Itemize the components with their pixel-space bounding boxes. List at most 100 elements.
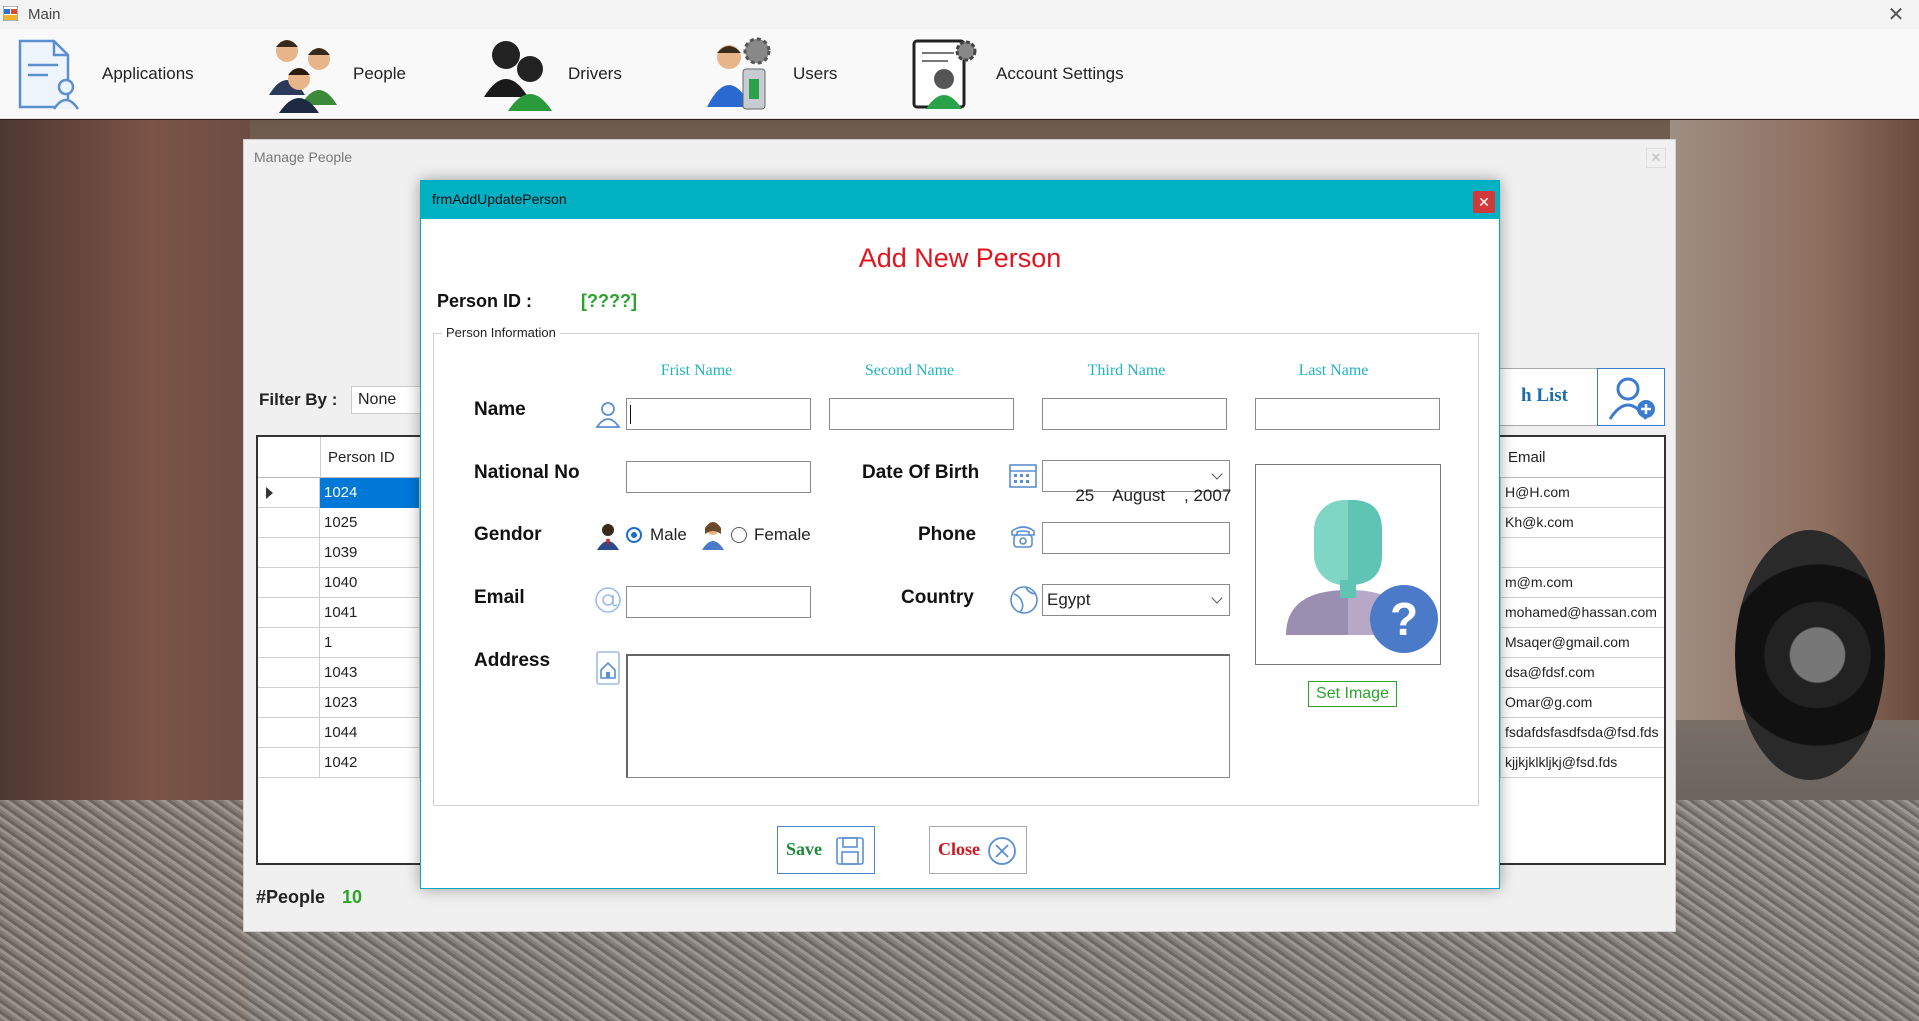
menu-label-account-settings: Account Settings: [996, 64, 1124, 83]
menu-label-users: Users: [793, 64, 838, 83]
dialog-titlebar: frmAddUpdatePerson ✕: [421, 181, 1499, 219]
save-disk-icon: [836, 837, 864, 865]
female-radio[interactable]: [731, 527, 747, 543]
account-settings-icon: [912, 39, 977, 109]
cell-email[interactable]: kjjkjklkljkj@fsd.fds: [1500, 748, 1664, 778]
second-name-header: Second Name: [864, 362, 955, 379]
row-header: [258, 748, 320, 778]
cell-email[interactable]: fsdafdsfasdfsda@fsd.fds: [1500, 718, 1664, 748]
person-photo: ?: [1255, 464, 1441, 665]
at-sign-icon: [595, 587, 621, 613]
phone-label: Phone: [918, 524, 977, 545]
country-label: Country: [901, 587, 974, 608]
first-name-input[interactable]: [626, 398, 811, 430]
close-icon[interactable]: ✕: [1473, 191, 1495, 213]
third-name-input[interactable]: [1042, 398, 1227, 430]
row-header: [258, 628, 320, 658]
menu-item-account-settings[interactable]: Account Settings: [908, 29, 1124, 119]
email-label: Email: [474, 587, 525, 608]
cell-email[interactable]: m@m.com: [1500, 568, 1664, 598]
date-of-birth-label: Date Of Birth: [862, 462, 980, 483]
add-person-button[interactable]: [1597, 368, 1665, 426]
date-of-birth-picker[interactable]: 25 August , 2007: [1042, 460, 1231, 505]
name-label: Name: [474, 399, 526, 420]
filter-by-select[interactable]: None: [351, 386, 431, 414]
cell-email[interactable]: H@H.com: [1500, 478, 1664, 508]
manage-people-title: Manage People: [254, 149, 353, 165]
cell-person-id[interactable]: 1: [320, 628, 420, 658]
menu-item-people[interactable]: People: [265, 29, 406, 119]
cell-person-id[interactable]: 1025: [320, 508, 420, 538]
save-label: Save: [786, 839, 822, 859]
cell-person-id[interactable]: 1023: [320, 688, 420, 718]
column-header-person-id[interactable]: Person ID: [328, 449, 395, 466]
app-window-icon: [3, 6, 18, 21]
background-car-wheel: [1735, 530, 1885, 780]
show-list-button[interactable]: h List: [1486, 368, 1606, 426]
people-count-label: #People: [256, 887, 326, 907]
chevron-down-icon[interactable]: [1211, 468, 1223, 480]
set-image-link[interactable]: Set Image: [1308, 681, 1397, 707]
chevron-down-icon[interactable]: [1211, 592, 1223, 604]
cell-person-id[interactable]: 1040: [320, 568, 420, 598]
cell-person-id[interactable]: 1043: [320, 658, 420, 688]
cell-person-id[interactable]: 1041: [320, 598, 420, 628]
address-textarea[interactable]: [626, 654, 1230, 778]
users-gear-icon: [707, 37, 771, 110]
close-icon[interactable]: ✕: [1646, 148, 1666, 168]
menu-label-people: People: [353, 64, 406, 83]
column-header-email[interactable]: Email: [1508, 449, 1546, 466]
add-update-person-dialog: frmAddUpdatePerson ✕ Add New Person Pers…: [420, 180, 1500, 889]
row-header: [258, 658, 320, 688]
phone-icon: [1011, 526, 1035, 548]
cell-person-id[interactable]: 1042: [320, 748, 420, 778]
close-label: Close: [938, 839, 980, 859]
window-title: Main: [28, 6, 61, 23]
cell-email[interactable]: [1500, 538, 1664, 568]
close-icon[interactable]: ✕: [1883, 2, 1909, 28]
cell-email[interactable]: Msaqer@gmail.com: [1500, 628, 1664, 658]
cell-person-id[interactable]: 1044: [320, 718, 420, 748]
close-button[interactable]: Close: [929, 826, 1027, 874]
address-label: Address: [474, 650, 551, 671]
current-row-arrow-icon: [266, 487, 273, 499]
country-select[interactable]: Egypt: [1042, 584, 1230, 616]
default-avatar-icon: ?: [1286, 500, 1438, 653]
form-heading: Add New Person: [858, 243, 1062, 273]
male-radio[interactable]: [626, 527, 642, 543]
cell-email[interactable]: dsa@fdsf.com: [1500, 658, 1664, 688]
menu-item-applications[interactable]: Applications: [14, 29, 194, 119]
male-label[interactable]: Male: [650, 525, 687, 545]
female-label[interactable]: Female: [754, 525, 811, 545]
home-address-icon: [596, 651, 620, 685]
drivers-icon: [484, 41, 552, 111]
applications-document-icon: [18, 39, 80, 110]
menu-label-applications: Applications: [102, 64, 194, 83]
cell-person-id[interactable]: 1024: [320, 478, 420, 508]
menu-item-users[interactable]: Users: [705, 29, 837, 119]
second-name-input[interactable]: [829, 398, 1014, 430]
row-header: [258, 508, 320, 538]
row-header: [258, 688, 320, 718]
save-button[interactable]: Save: [777, 826, 875, 874]
menu-item-drivers[interactable]: Drivers: [480, 29, 622, 119]
svg-text:?: ?: [1390, 593, 1418, 645]
cell-email[interactable]: Omar@g.com: [1500, 688, 1664, 718]
person-id-value: [????]: [581, 291, 637, 311]
main-menu: Applications People Drivers Users Accoun…: [0, 29, 1919, 119]
add-person-icon: [1608, 377, 1655, 420]
cell-person-id[interactable]: 1039: [320, 538, 420, 568]
cell-email[interactable]: mohamed@hassan.com: [1500, 598, 1664, 628]
last-name-header: Last Name: [1298, 362, 1369, 379]
row-header: [258, 598, 320, 628]
group-title: Person Information: [442, 325, 560, 340]
phone-input[interactable]: [1042, 522, 1230, 554]
cell-email[interactable]: Kh@k.com: [1500, 508, 1664, 538]
filter-by-label: Filter By :: [259, 390, 338, 409]
email-input[interactable]: [626, 586, 811, 618]
person-information-group: Person Information Frist Name Second Nam…: [433, 325, 1479, 806]
calendar-icon: [1009, 464, 1037, 488]
female-icon: [702, 522, 724, 550]
national-no-input[interactable]: [626, 461, 811, 493]
last-name-input[interactable]: [1255, 398, 1440, 430]
